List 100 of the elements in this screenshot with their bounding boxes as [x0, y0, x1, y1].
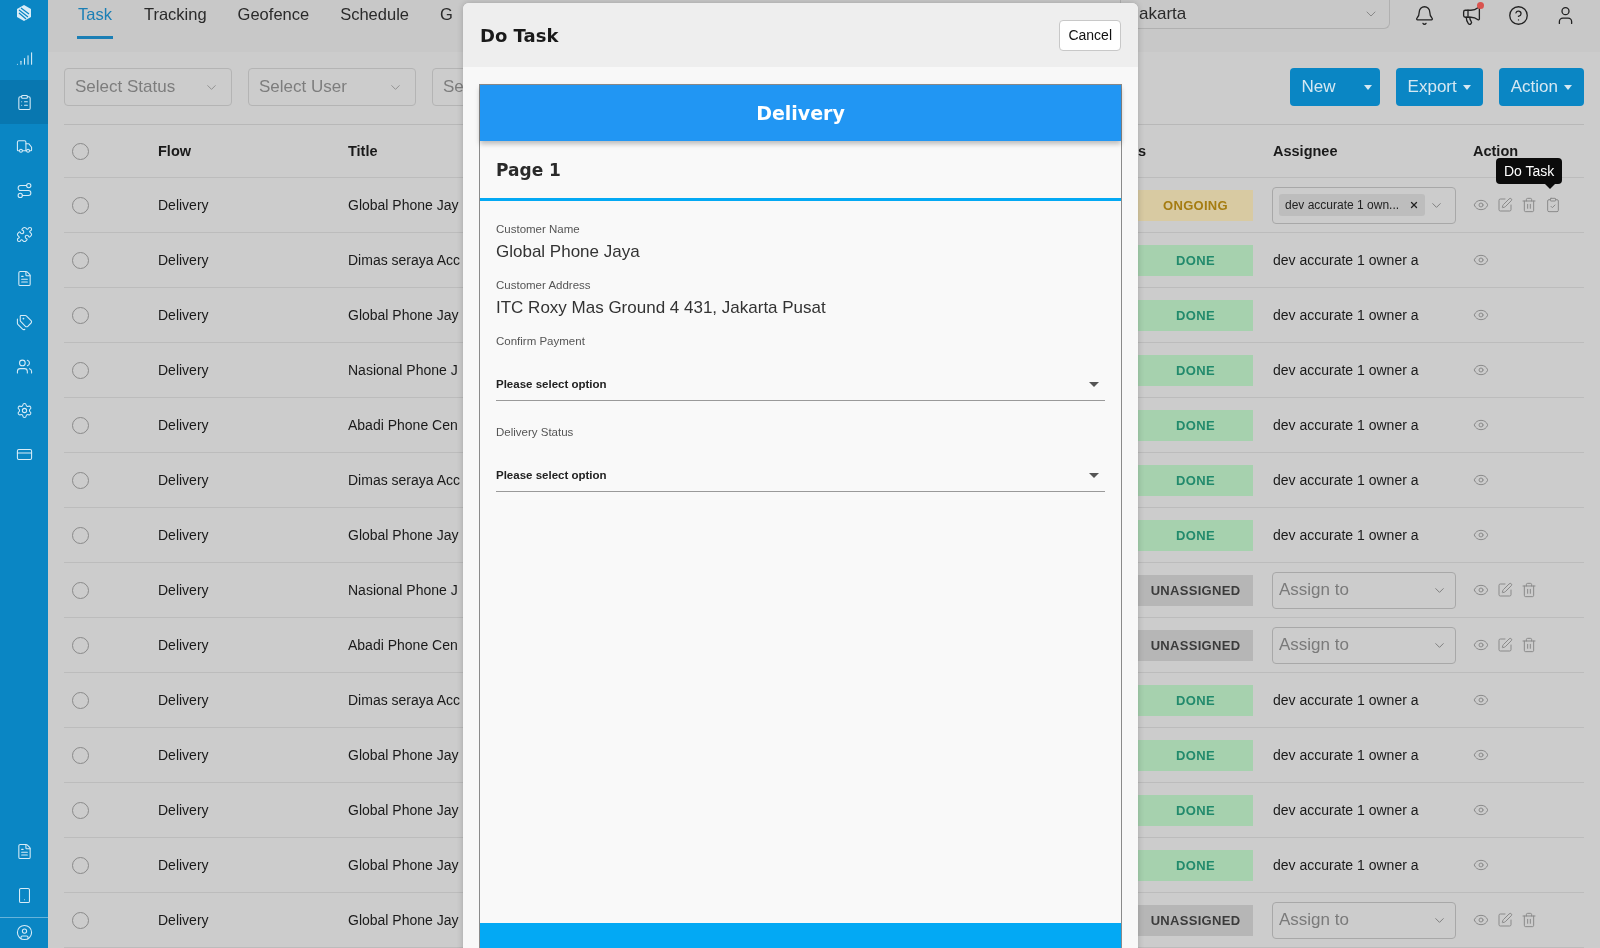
field-value: ITC Roxy Mas Ground 4 431, Jakarta Pusat — [496, 298, 827, 318]
status-badge: DONE — [1138, 409, 1253, 441]
field-label: Customer Address — [496, 279, 592, 291]
table-cell: Delivery — [158, 637, 209, 653]
edit-icon[interactable] — [1497, 912, 1513, 928]
edit-icon[interactable] — [1497, 637, 1513, 653]
table-cell: Delivery — [158, 582, 209, 598]
table-cell: Abadi Phone Cen — [348, 637, 458, 653]
eye-icon[interactable] — [1473, 912, 1489, 928]
page-title: Page 1 — [480, 141, 1121, 201]
remove-icon[interactable] — [1409, 200, 1420, 210]
column-header: Assignee — [1272, 143, 1339, 159]
form-title-bar: Delivery — [480, 85, 1121, 141]
table-cell: Delivery — [158, 747, 209, 763]
modal-title: Do Task — [480, 24, 559, 46]
table-cell: dev accurate 1 owner a — [1273, 692, 1419, 708]
eye-icon[interactable] — [1473, 417, 1489, 433]
table-cell: Global Phone Jay — [348, 857, 459, 873]
tooltip: Do Task — [1496, 158, 1563, 184]
tab[interactable]: G — [440, 0, 453, 39]
eye-icon[interactable] — [1473, 197, 1489, 213]
eye-icon[interactable] — [1473, 252, 1489, 268]
table-cell: Delivery — [158, 527, 209, 543]
column-header: Flow — [158, 143, 193, 159]
table-cell: dev accurate 1 owner a — [1273, 252, 1419, 268]
table-cell: Dimas seraya Acc — [348, 472, 461, 488]
status-badge: DONE — [1138, 849, 1253, 881]
table-cell: Dimas seraya Acc — [348, 252, 461, 268]
eye-icon[interactable] — [1473, 802, 1489, 818]
clipboard-check-icon[interactable] — [1545, 197, 1561, 213]
option-select[interactable]: Please select option — [496, 459, 1105, 492]
status-badge: DONE — [1138, 354, 1253, 386]
status-badge: UNASSIGNED — [1138, 629, 1253, 661]
trash-icon[interactable] — [1521, 637, 1537, 653]
table-cell: Delivery — [158, 197, 209, 213]
table-cell: Delivery — [158, 307, 209, 323]
trash-icon[interactable] — [1521, 912, 1537, 928]
eye-icon[interactable] — [1473, 747, 1489, 763]
megaphone-icon[interactable] — [1461, 5, 1482, 26]
eye-icon[interactable] — [1473, 307, 1489, 323]
caret-icon — [1564, 84, 1572, 90]
table-cell: Abadi Phone Cen — [348, 417, 458, 433]
bell-icon[interactable] — [1414, 5, 1435, 26]
status-badge: UNASSIGNED — [1138, 904, 1253, 936]
table-cell: Global Phone Jay — [348, 527, 459, 543]
cancel-button[interactable]: Cancel — [1059, 19, 1121, 51]
eye-icon[interactable] — [1473, 637, 1489, 653]
dropdown-arrow-icon — [1089, 472, 1099, 478]
dropdown-arrow-icon — [1089, 381, 1099, 387]
tab[interactable]: Schedule — [340, 0, 409, 39]
trash-icon[interactable] — [1521, 197, 1537, 213]
tooltip-arrow — [1545, 184, 1555, 189]
eye-icon[interactable] — [1473, 472, 1489, 488]
table-cell: dev accurate 1 owner a — [1273, 472, 1419, 488]
eye-icon[interactable] — [1473, 527, 1489, 543]
assignee-tag: dev accurate 1 own... — [1279, 194, 1426, 216]
status-badge: DONE — [1138, 299, 1253, 331]
edit-icon[interactable] — [1497, 197, 1513, 213]
table-cell: Delivery — [158, 252, 209, 268]
assignee-select[interactable]: dev accurate 1 own... — [1272, 186, 1456, 224]
tab[interactable]: Tracking — [143, 0, 207, 39]
option-select[interactable]: Please select option — [496, 368, 1105, 401]
user-circle-icon[interactable] — [15, 924, 33, 941]
table-cell: Global Phone Jay — [348, 747, 459, 763]
eye-icon[interactable] — [1473, 857, 1489, 873]
table-cell: Delivery — [158, 802, 209, 818]
route-icon — [15, 181, 33, 199]
table-cell: Dimas seraya Acc — [348, 692, 461, 708]
field-label: Delivery Status — [496, 426, 575, 438]
tab[interactable]: Geofence — [237, 0, 310, 39]
status-badge: DONE — [1138, 464, 1253, 496]
column-header: Title — [348, 143, 379, 159]
eye-icon[interactable] — [1473, 362, 1489, 378]
status-badge: DONE — [1138, 244, 1253, 276]
truck-icon — [15, 137, 33, 155]
sidebar-item[interactable] — [0, 80, 48, 124]
table-cell: Global Phone Jay — [348, 802, 459, 818]
caret-icon — [1363, 84, 1372, 90]
status-badge: DONE — [1138, 739, 1253, 771]
table-cell: Global Phone Jay — [348, 912, 459, 928]
table-cell: Delivery — [158, 472, 209, 488]
eye-icon[interactable] — [1473, 582, 1489, 598]
edit-icon[interactable] — [1497, 582, 1513, 598]
field-value: Global Phone Jaya — [496, 242, 641, 262]
table-cell: Delivery — [158, 912, 209, 928]
table-cell: dev accurate 1 owner a — [1273, 802, 1419, 818]
table-cell: Delivery — [158, 857, 209, 873]
settings-icon — [15, 401, 33, 419]
table-cell: Delivery — [158, 362, 209, 378]
field-label: Customer Name — [496, 223, 581, 235]
document-icon — [15, 842, 33, 860]
trash-icon[interactable] — [1521, 582, 1537, 598]
eye-icon[interactable] — [1473, 692, 1489, 708]
document-icon — [15, 269, 33, 287]
table-cell: Global Phone Jay — [348, 197, 459, 213]
help-icon[interactable] — [1508, 5, 1529, 26]
table-cell: Delivery — [158, 692, 209, 708]
table-cell: dev accurate 1 owner a — [1273, 362, 1419, 378]
table-cell: dev accurate 1 owner a — [1273, 747, 1419, 763]
users-icon — [15, 357, 33, 375]
